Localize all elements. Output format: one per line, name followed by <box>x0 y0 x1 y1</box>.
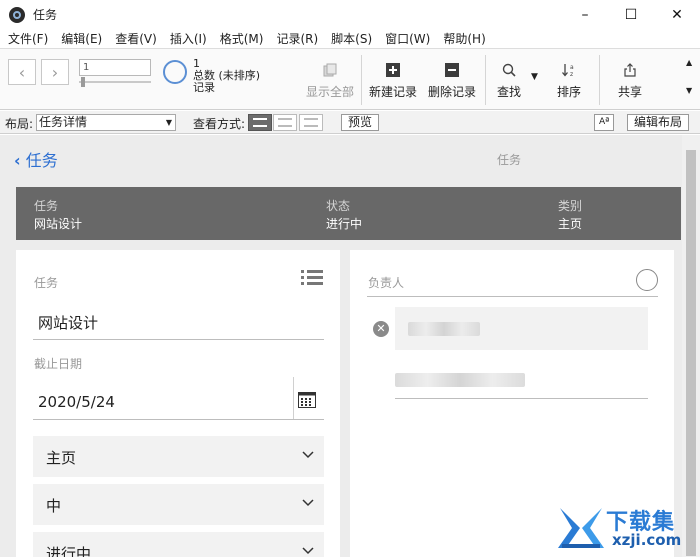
caret-up-icon: ▲ <box>686 58 693 67</box>
owner-entry-underline <box>395 398 648 399</box>
scrollbar-thumb[interactable] <box>686 150 696 556</box>
chevron-left-icon: ‹ <box>18 62 26 82</box>
svg-text:z: z <box>570 71 573 77</box>
layout-label: 布局: <box>5 117 34 131</box>
plus-icon <box>386 63 400 77</box>
record-pie-icon <box>163 60 187 84</box>
record-slider[interactable] <box>79 81 151 83</box>
due-date-field[interactable]: 2020/5/24 <box>38 393 115 411</box>
sort-button[interactable]: az 排序 <box>557 63 581 100</box>
field-divider <box>293 377 294 419</box>
status-dropdown[interactable]: 进行中 <box>33 532 324 557</box>
svg-text:a: a <box>570 64 574 71</box>
toolbar-divider <box>361 55 362 105</box>
task-field[interactable]: 网站设计 <box>38 312 98 333</box>
summary-status: 状态 进行中 <box>326 199 363 231</box>
task-field-label: 任务 <box>34 276 59 290</box>
menu-view[interactable]: 查看(V) <box>115 30 157 47</box>
summary-category: 类别 主页 <box>558 199 583 231</box>
avatar-icon[interactable] <box>636 269 658 291</box>
calendar-icon[interactable] <box>298 392 316 408</box>
redacted-detail <box>395 373 525 387</box>
close-button[interactable]: ✕ <box>654 0 700 29</box>
toolbar-scroll-down[interactable]: ▼ <box>686 86 692 95</box>
app-icon <box>9 6 25 23</box>
layout-content: ‹ 任务 任务 任务 网站设计 状态 进行中 类别 主页 任务 网站设计 截止日… <box>0 135 682 557</box>
view-as-label: 查看方式: <box>193 117 246 131</box>
edit-layout-button[interactable]: 编辑布局 <box>627 114 690 131</box>
priority-dropdown[interactable]: 中 <box>33 484 324 525</box>
previous-record-button[interactable]: ‹ <box>8 59 36 85</box>
find-button[interactable]: 查找 <box>497 63 521 100</box>
form-view-icon <box>253 118 267 127</box>
task-field-underline <box>33 339 324 340</box>
record-summary-band: 任务 网站设计 状态 进行中 类别 主页 <box>16 187 681 240</box>
toolbar-divider <box>485 55 486 105</box>
watermark-icon <box>558 508 604 548</box>
chevron-down-icon <box>302 451 314 459</box>
next-record-button[interactable]: › <box>41 59 69 85</box>
toolbar-divider <box>599 55 600 105</box>
menu-bar: 文件(F) 编辑(E) 查看(V) 插入(I) 格式(M) 记录(R) 脚本(S… <box>0 29 700 49</box>
owner-label: 负责人 <box>368 276 405 290</box>
menu-edit[interactable]: 编辑(E) <box>61 30 102 47</box>
caret-down-icon: ▼ <box>531 72 538 82</box>
share-button[interactable]: 共享 <box>618 63 642 100</box>
layout-bar: 布局: 任务详情 ▼ 查看方式: 预览 Aª 编辑布局 <box>0 111 700 134</box>
record-number-input[interactable]: 1 <box>79 59 151 76</box>
toolbar-scroll-up[interactable]: ▲ <box>686 58 692 67</box>
due-date-label: 截止日期 <box>34 357 83 371</box>
delete-record-button[interactable]: 删除记录 <box>428 63 476 100</box>
chevron-down-icon <box>302 499 314 507</box>
sort-icon: az <box>562 64 574 77</box>
table-view-icon <box>304 118 318 127</box>
menu-file[interactable]: 文件(F) <box>8 30 48 47</box>
list-view-icon <box>278 118 292 127</box>
find-menu-arrow[interactable]: ▼ <box>531 72 538 82</box>
window-title: 任务 <box>33 8 58 22</box>
due-date-underline <box>33 419 324 420</box>
list-icon[interactable] <box>301 270 323 286</box>
minimize-button[interactable]: – <box>562 0 608 29</box>
view-as-form-button[interactable] <box>248 114 272 131</box>
show-all-button[interactable]: 显示全部 <box>306 63 354 100</box>
search-icon <box>502 63 516 77</box>
menu-records[interactable]: 记录(R) <box>276 30 318 47</box>
caret-down-icon: ▼ <box>686 86 693 95</box>
share-icon <box>624 63 636 77</box>
owner-underline <box>367 296 658 297</box>
layout-select[interactable]: 任务详情 ▼ <box>36 114 176 131</box>
record-count: 1 总数 (未排序) 记录 <box>193 58 260 94</box>
watermark-logo: 下载集 xzji.com <box>552 500 700 557</box>
view-as-table-button[interactable] <box>299 114 323 131</box>
category-dropdown[interactable]: 主页 <box>33 436 324 477</box>
view-as-list-button[interactable] <box>273 114 297 131</box>
menu-window[interactable]: 窗口(W) <box>385 30 430 47</box>
summary-task: 任务 网站设计 <box>34 199 83 231</box>
show-all-icon <box>323 63 337 77</box>
nav-row: ‹ 任务 任务 <box>0 135 682 185</box>
remove-icon[interactable]: ✕ <box>373 321 389 337</box>
records-label: 记录 <box>193 81 215 94</box>
maximize-button[interactable]: ☐ <box>608 0 654 29</box>
menu-insert[interactable]: 插入(I) <box>170 30 207 47</box>
menu-scripts[interactable]: 脚本(S) <box>331 30 372 47</box>
title-bar: 任务 – ☐ ✕ <box>0 0 700 29</box>
formatting-bar-button[interactable]: Aª <box>594 114 615 131</box>
chevron-right-icon: › <box>51 62 59 82</box>
menu-help[interactable]: 帮助(H) <box>443 30 485 47</box>
caret-down-icon: ▼ <box>165 118 172 127</box>
preview-button[interactable]: 预览 <box>341 114 380 131</box>
window-controls: – ☐ ✕ <box>562 0 700 29</box>
chevron-left-icon: ‹ <box>14 151 21 170</box>
minus-icon <box>445 63 459 77</box>
menu-format[interactable]: 格式(M) <box>220 30 264 47</box>
record-slider-thumb[interactable] <box>81 77 85 87</box>
chevron-down-icon <box>302 547 314 555</box>
back-button[interactable]: ‹ 任务 <box>14 147 58 171</box>
page-title: 任务 <box>497 153 522 167</box>
new-record-button[interactable]: 新建记录 <box>369 63 417 100</box>
redacted-name <box>408 322 480 336</box>
